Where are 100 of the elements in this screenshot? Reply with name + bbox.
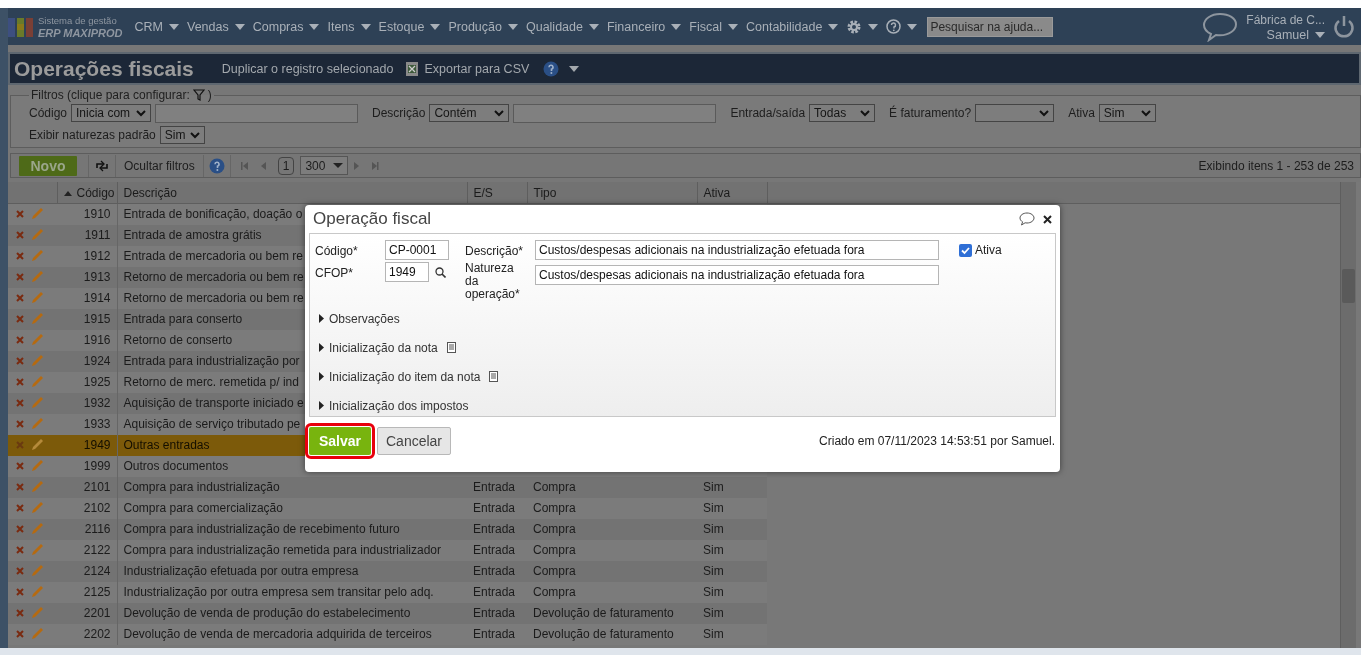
page-size-dropdown[interactable]: 300 — [300, 156, 349, 175]
description-field[interactable]: Custos/despesas adicionais na industrialização efetuada fora — [535, 240, 939, 260]
table-cell: 2101 — [57, 476, 117, 498]
help-icon[interactable] — [543, 60, 560, 77]
menu-item[interactable]: Compras — [248, 19, 324, 34]
menu-item[interactable]: Qualidade — [521, 19, 603, 34]
new-button[interactable]: Novo — [19, 155, 77, 176]
menu-item[interactable]: Itens — [323, 19, 375, 34]
menu-item[interactable]: CRM — [130, 19, 183, 34]
pencil-icon[interactable] — [30, 312, 44, 326]
menu-item[interactable]: Financeiro — [602, 19, 686, 34]
table-row[interactable]: 2122 Compra para industrialização remetida para industrializador Entrada Compra Sim — [8, 539, 1340, 561]
delete-icon[interactable] — [16, 273, 24, 281]
code-field[interactable]: CP-0001 — [385, 240, 449, 260]
note-icon[interactable] — [446, 342, 456, 353]
cfop-field[interactable]: 1949 — [385, 262, 429, 282]
table-cell: 1914 — [57, 287, 117, 309]
duplicate-link[interactable]: Duplicar o registro selecionado — [215, 61, 400, 76]
column-header[interactable]: Descrição — [117, 182, 467, 204]
filter-dropdown[interactable] — [975, 104, 1055, 122]
menu-item[interactable]: Contabilidade — [742, 19, 843, 34]
chat-icon[interactable] — [1019, 212, 1035, 226]
close-icon[interactable] — [1043, 214, 1052, 224]
page-number[interactable]: 1 — [277, 156, 295, 175]
filter-dropdown[interactable]: Todas — [809, 104, 876, 122]
table-cell: Devolução de venda de mercadoria adquirida de terceiros — [117, 623, 467, 645]
pencil-icon[interactable] — [30, 564, 44, 578]
cancel-button[interactable]: Cancelar — [377, 427, 451, 455]
filter-dropdown[interactable]: Sim — [1098, 104, 1156, 122]
help-icon[interactable] — [208, 157, 225, 174]
refresh-icon[interactable] — [94, 158, 110, 173]
table-cell: Devolução de faturamento — [527, 602, 697, 624]
filter-input[interactable] — [513, 103, 717, 123]
pencil-icon[interactable] — [30, 438, 44, 452]
delete-icon[interactable] — [16, 588, 24, 596]
user-menu[interactable]: Samuel — [1266, 27, 1325, 42]
power-icon[interactable] — [1333, 14, 1355, 39]
column-header[interactable]: E/S — [467, 182, 527, 204]
table-cell: 1912 — [57, 245, 117, 267]
menu-item[interactable]: Estoque — [374, 19, 445, 34]
checkbox[interactable] — [959, 243, 972, 257]
delete-icon[interactable] — [16, 399, 24, 407]
last-page-icon[interactable] — [370, 160, 381, 171]
delete-icon[interactable] — [16, 357, 24, 365]
menu-item[interactable]: Produção — [444, 19, 522, 34]
table-row[interactable]: 2125 Industrialização por outra empresa sem transitar pelo adq. Entrada Compra Sim — [8, 581, 1340, 603]
delete-icon[interactable] — [16, 420, 24, 428]
delete-icon[interactable] — [16, 336, 24, 344]
delete-icon[interactable] — [16, 378, 24, 386]
column-header[interactable]: Ativa — [697, 182, 767, 204]
filter-dropdown[interactable]: Sim — [159, 126, 205, 144]
pencil-icon[interactable] — [30, 228, 44, 242]
delete-icon[interactable] — [16, 441, 24, 449]
filter-icon[interactable] — [192, 89, 205, 101]
search-field[interactable]: Pesquisar na ajuda... — [927, 16, 1054, 37]
table-row[interactable]: 2116 Compra para industrialização de recebimento futuro Entrada Compra Sim — [8, 518, 1340, 540]
column-header[interactable]: Código — [57, 182, 117, 204]
filters-legend[interactable]: Filtros (clique para configurar: — [31, 88, 190, 102]
table-row[interactable]: 2124 Industrialização efetuada por outra empresa Entrada Compra Sim — [8, 560, 1340, 582]
delete-icon[interactable] — [16, 483, 24, 491]
pencil-icon[interactable] — [30, 354, 44, 368]
brand-name: ERP MAXIPROD — [38, 26, 123, 39]
delete-icon[interactable] — [16, 315, 24, 323]
delete-icon[interactable] — [16, 546, 24, 554]
pencil-icon[interactable] — [30, 480, 44, 494]
delete-icon[interactable] — [16, 609, 24, 617]
export-link[interactable]: Exportar para CSV — [399, 60, 536, 77]
nature-field[interactable]: Custos/despesas adicionais na industrialização efetuada fora — [535, 265, 939, 285]
scrollbar[interactable] — [1340, 182, 1356, 648]
operator-dropdown[interactable]: Inicia com — [71, 104, 152, 122]
table-cell: 1925 — [57, 371, 117, 393]
menu-item[interactable]: Vendas — [183, 19, 249, 34]
table-row[interactable]: 2101 Compra para industrialização Entrada Compra Sim — [8, 476, 1340, 498]
table-row[interactable]: 2102 Compra para comercialização Entrada Compra Sim — [8, 497, 1340, 519]
pencil-icon[interactable] — [30, 522, 44, 536]
pencil-icon[interactable] — [30, 396, 44, 410]
delete-icon[interactable] — [16, 462, 24, 470]
column-header[interactable]: Tipo — [527, 182, 697, 204]
delete-icon[interactable] — [16, 294, 24, 302]
menu-item[interactable]: Fiscal — [685, 19, 742, 34]
delete-icon[interactable] — [16, 504, 24, 512]
delete-icon[interactable] — [16, 231, 24, 239]
chat-icon[interactable] — [1202, 11, 1239, 42]
hide-filters-button[interactable]: Ocultar filtros — [121, 158, 198, 173]
pencil-icon[interactable] — [30, 606, 44, 620]
field-label: Natureza da operação* — [465, 262, 521, 301]
note-icon[interactable] — [489, 371, 499, 382]
delete-icon[interactable] — [16, 567, 24, 575]
operator-dropdown[interactable]: Contém — [429, 104, 510, 122]
table-cell: 2125 — [57, 581, 117, 603]
delete-icon[interactable] — [16, 630, 24, 638]
table-row[interactable]: 2201 Devolução de venda de produção do estabelecimento Entrada Devolução de faturamento Sim — [8, 602, 1340, 624]
filter-input[interactable] — [155, 103, 359, 123]
delete-icon[interactable] — [16, 252, 24, 260]
first-page-icon[interactable] — [239, 160, 250, 171]
pencil-icon[interactable] — [30, 270, 44, 284]
table-row[interactable]: 2202 Devolução de venda de mercadoria adquirida de terceiros Entrada Devolução de faturamento Sim — [8, 623, 1340, 645]
search-icon[interactable] — [435, 266, 446, 278]
delete-icon[interactable] — [16, 525, 24, 533]
delete-icon[interactable] — [16, 210, 24, 219]
